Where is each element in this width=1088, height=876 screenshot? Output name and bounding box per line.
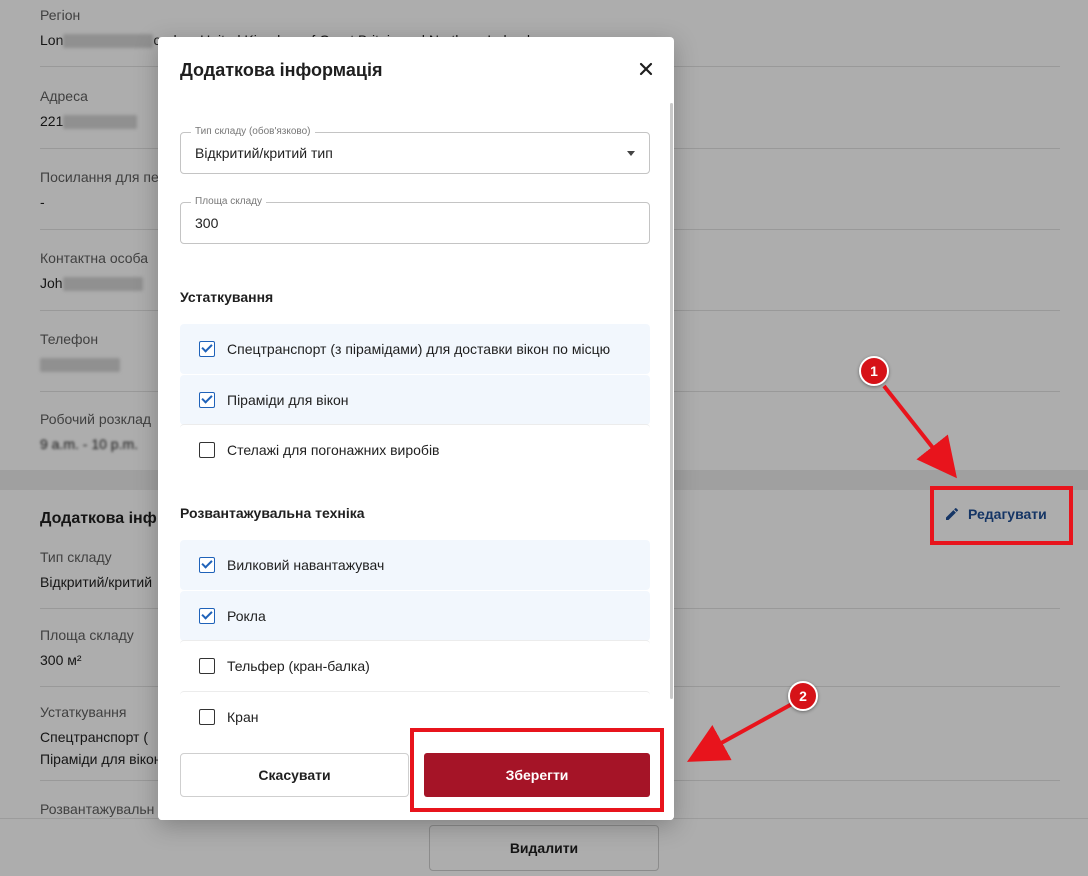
unloading-title: Розвантажувальна техніка (180, 505, 365, 521)
checkbox-row[interactable]: Рокла (180, 591, 650, 641)
checkbox-unchecked-icon[interactable] (199, 441, 215, 458)
area-input[interactable]: Площа складу 300 (180, 196, 650, 244)
step-badge-1: 1 (859, 356, 889, 386)
checkbox-checked-icon[interactable] (199, 341, 215, 357)
checkbox-row[interactable]: Піраміди для вікон (180, 375, 650, 425)
checkbox-label: Кран (227, 708, 259, 725)
checkbox-row[interactable]: Стелажі для погонажних виробів (180, 424, 650, 474)
equipment-title: Устаткування (180, 289, 274, 305)
checkbox-label: Рокла (227, 608, 266, 624)
modal-scrollbar[interactable] (670, 103, 673, 699)
select-value: Відкритий/критий тип (195, 145, 333, 161)
checkbox-row[interactable]: Вилковий навантажувач (180, 540, 650, 590)
checkbox-checked-icon[interactable] (199, 392, 215, 408)
checkbox-label: Стелажі для погонажних виробів (227, 441, 440, 458)
field-legend: Тип складу (обов'язково) (191, 126, 315, 138)
checkbox-unchecked-icon[interactable] (199, 708, 215, 725)
highlight-box-save (410, 728, 664, 812)
step-badge-2: 2 (788, 681, 818, 711)
checkbox-label: Спецтранспорт (з пірамідами) для доставк… (227, 341, 611, 357)
modal-title: Додаткова інформація (180, 60, 383, 80)
highlight-box-edit (930, 486, 1073, 545)
checkbox-checked-icon[interactable] (199, 608, 215, 624)
field-legend: Площа складу (191, 196, 266, 208)
additional-info-modal: Додаткова інформація Тип складу (обов'яз… (158, 37, 674, 820)
warehouse-type-select[interactable]: Тип складу (обов'язково) Відкритий/крити… (180, 126, 650, 174)
checkbox-row[interactable]: Тельфер (кран-балка) (180, 640, 650, 690)
input-value: 300 (195, 215, 219, 231)
checkbox-checked-icon[interactable] (199, 557, 215, 573)
close-icon[interactable] (636, 59, 656, 79)
checkbox-label: Тельфер (кран-балка) (227, 657, 370, 674)
checkbox-unchecked-icon[interactable] (199, 657, 215, 674)
checkbox-label: Піраміди для вікон (227, 392, 349, 408)
checkbox-row[interactable]: Спецтранспорт (з пірамідами) для доставк… (180, 324, 650, 374)
checkbox-row[interactable]: Кран (180, 691, 650, 729)
checkbox-label: Вилковий навантажувач (227, 557, 385, 573)
modal-body: Тип складу (обов'язково) Відкритий/крити… (158, 103, 674, 729)
dropdown-caret-icon (627, 151, 635, 156)
cancel-button[interactable]: Скасувати (180, 753, 409, 797)
